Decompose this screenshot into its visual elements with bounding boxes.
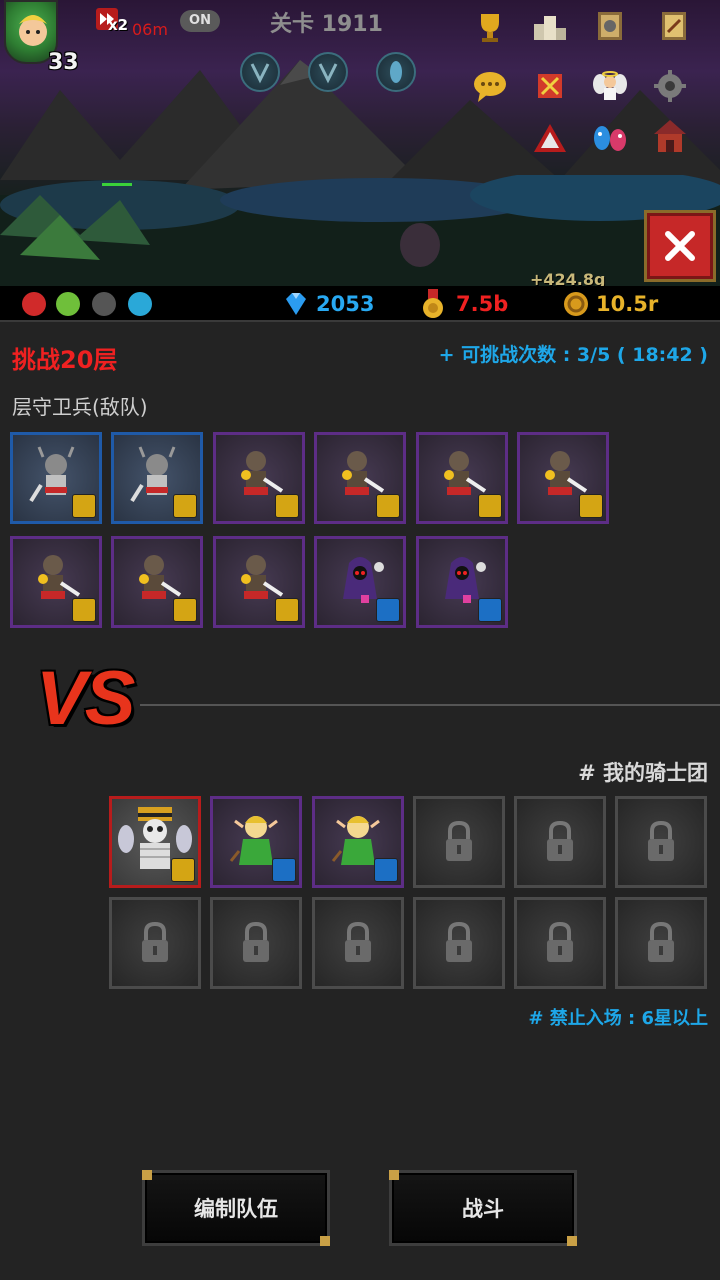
pets-icon[interactable]	[590, 114, 630, 154]
locked-slot[interactable]	[413, 897, 505, 989]
battle-button[interactable]: 战斗	[389, 1170, 577, 1246]
staff-icon	[478, 598, 502, 622]
sword-icon	[579, 494, 603, 518]
coin-count: 10.5r	[596, 292, 659, 316]
challenge-floor-title: 挑战20层	[12, 346, 118, 374]
enemy-slot-mace-warrior[interactable]	[314, 432, 406, 524]
enemy-slot-mace-warrior[interactable]	[213, 536, 305, 628]
hero-blue-icon[interactable]	[128, 292, 152, 316]
battle-scene: 33 x2 06m ON 关卡 1911 +424.8g	[0, 0, 720, 286]
skill-slot-3[interactable]	[376, 52, 416, 92]
speed-timer: 06m	[132, 20, 168, 39]
spirit-skill-icon	[390, 61, 402, 83]
knight-book-icon[interactable]	[590, 6, 630, 46]
gold-gain-text: +424.8g	[530, 270, 606, 286]
padlock-icon	[547, 820, 573, 861]
sword-icon	[478, 494, 502, 518]
padlock-icon	[345, 921, 371, 962]
upgrade-arrow-icon[interactable]	[530, 118, 570, 158]
enemy-team-label: 层守卫兵(敌队)	[12, 395, 148, 419]
medal-icon	[423, 289, 443, 318]
sword-icon	[275, 598, 299, 622]
corner-ornament	[389, 1170, 399, 1180]
hero-dark-icon[interactable]	[92, 292, 116, 316]
close-icon	[665, 231, 695, 261]
enemy-slot-mace-warrior[interactable]	[213, 432, 305, 524]
sword-icon	[72, 494, 96, 518]
enemy-slot-horned-knight[interactable]	[10, 432, 102, 524]
auto-toggle[interactable]: ON	[180, 10, 220, 32]
team-slot-elf-archer[interactable]	[312, 796, 404, 888]
vs-divider	[140, 704, 720, 706]
sword-icon	[171, 858, 195, 882]
corner-ornament	[320, 1236, 330, 1246]
skill-slot-2[interactable]	[308, 52, 348, 92]
resource-bar: 2053 7.5b 10.5r	[0, 286, 720, 322]
corner-ornament	[142, 1170, 152, 1180]
locked-slot[interactable]	[312, 897, 404, 989]
padlock-icon	[547, 921, 573, 962]
padlock-icon	[648, 820, 674, 861]
sword-icon	[275, 494, 299, 518]
sword-icon	[376, 494, 400, 518]
coin-icon	[564, 292, 588, 316]
medal-count: 7.5b	[456, 292, 509, 316]
quest-book-icon[interactable]	[654, 6, 694, 46]
remaining-attempts[interactable]: + 可挑战次数 : 3/5 ( 18:42 )	[439, 340, 708, 367]
entry-restriction-note: # 禁止入场 : 6星以上	[528, 1008, 708, 1029]
locked-slot[interactable]	[413, 796, 505, 888]
trophy-icon[interactable]	[470, 6, 510, 46]
gem-icon	[286, 293, 306, 315]
team-slot-elf-archer[interactable]	[210, 796, 302, 888]
sword-icon	[173, 598, 197, 622]
locked-slot[interactable]	[615, 897, 707, 989]
enemy-slot-mace-warrior[interactable]	[10, 536, 102, 628]
locked-slot[interactable]	[615, 796, 707, 888]
team-slot-mummy-pharaoh[interactable]	[109, 796, 201, 888]
hero-green-icon[interactable]	[56, 292, 80, 316]
edit-team-label: 编制队伍	[194, 1197, 278, 1221]
player-level: 33	[48, 50, 79, 75]
enemy-slot-mace-warrior[interactable]	[416, 432, 508, 524]
ranking-podium-icon[interactable]	[530, 6, 570, 46]
battle-banner-icon[interactable]	[530, 66, 570, 106]
claw-skill-icon	[318, 63, 338, 84]
gem-count: 2053	[316, 292, 375, 316]
hero-red-icon[interactable]	[22, 292, 46, 316]
battle-label: 战斗	[462, 1197, 504, 1221]
padlock-icon	[446, 820, 472, 861]
staff-icon	[376, 598, 400, 622]
padlock-icon	[648, 921, 674, 962]
sword-icon	[173, 494, 197, 518]
forest-ground	[0, 175, 720, 286]
staff-icon	[272, 858, 296, 882]
speed-multiplier: x2	[108, 16, 129, 34]
padlock-icon	[446, 921, 472, 962]
edit-team-button[interactable]: 编制队伍	[142, 1170, 330, 1246]
skill-slot-1[interactable]	[240, 52, 280, 92]
padlock-icon	[243, 921, 269, 962]
chat-icon[interactable]	[470, 66, 510, 106]
locked-slot[interactable]	[514, 796, 606, 888]
padlock-icon	[142, 921, 168, 962]
shop-house-icon[interactable]	[650, 116, 690, 156]
my-team-label: # 我的骑士团	[578, 761, 708, 785]
close-button[interactable]	[644, 210, 716, 282]
stage-title: 关卡 1911	[270, 12, 383, 37]
locked-slot[interactable]	[514, 897, 606, 989]
enemy-slot-hooded-necromancer[interactable]	[314, 536, 406, 628]
enemy-slot-horned-knight[interactable]	[111, 432, 203, 524]
enemy-slot-mace-warrior[interactable]	[517, 432, 609, 524]
vs-label: VS	[36, 656, 135, 741]
settings-gear-icon[interactable]	[650, 66, 690, 106]
enemy-slot-hooded-necromancer[interactable]	[416, 536, 508, 628]
enemy-slot-mace-warrior[interactable]	[111, 536, 203, 628]
locked-slot[interactable]	[109, 897, 201, 989]
sword-icon	[72, 598, 96, 622]
staff-icon	[374, 858, 398, 882]
angel-icon[interactable]	[590, 66, 630, 106]
claw-skill-icon	[250, 63, 270, 84]
locked-slot[interactable]	[210, 897, 302, 989]
corner-ornament	[567, 1236, 577, 1246]
